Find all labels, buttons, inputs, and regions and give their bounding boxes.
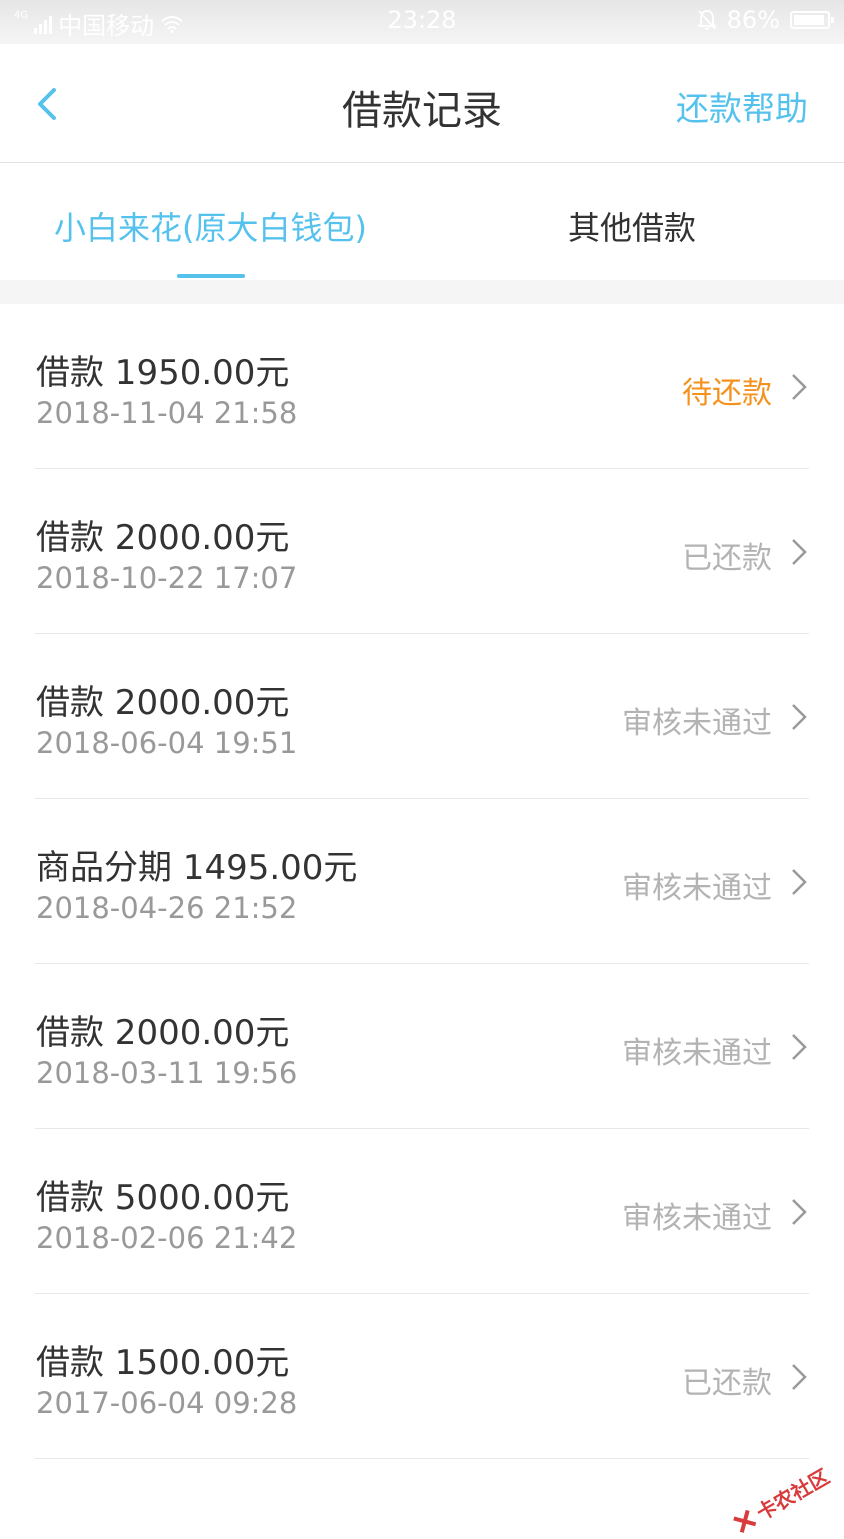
record-title: 借款 5000.00元 (36, 1178, 290, 1218)
chevron-right-icon (792, 374, 807, 400)
record-status: 审核未通过 (622, 871, 772, 906)
record-status: 已还款 (682, 1366, 772, 1401)
chevron-right-icon (792, 704, 807, 730)
battery-percent: 86% (726, 6, 780, 34)
record-title: 商品分期 1495.00元 (36, 848, 358, 888)
battery-icon (790, 11, 834, 29)
list-item[interactable]: 借款 5000.00元 2018-02-06 21:42 审核未通过 (0, 1129, 844, 1294)
record-title: 借款 1950.00元 (36, 353, 290, 393)
status-bar: 4G 中国移动 23:28 86% (0, 0, 844, 44)
tab-other-loans[interactable]: 其他借款 (568, 203, 696, 249)
tab-xiaobai[interactable]: 小白来花(原大白钱包) (54, 203, 367, 249)
section-divider (0, 280, 844, 304)
record-title: 借款 2000.00元 (36, 1013, 290, 1053)
bell-off-icon (696, 10, 717, 30)
app-header: 借款记录 还款帮助 (0, 44, 844, 163)
record-status: 待还款 (682, 376, 772, 411)
record-date: 2018-10-22 17:07 (36, 561, 298, 595)
record-status: 已还款 (682, 541, 772, 576)
status-right: 86% (696, 6, 834, 34)
record-date: 2018-06-04 19:51 (36, 726, 298, 760)
record-status: 审核未通过 (622, 1036, 772, 1071)
record-date: 2018-04-26 21:52 (36, 891, 298, 925)
list-item[interactable]: 借款 2000.00元 2018-10-22 17:07 已还款 (0, 469, 844, 634)
chevron-right-icon (792, 1034, 807, 1060)
record-status: 审核未通过 (622, 706, 772, 741)
record-title: 借款 2000.00元 (36, 518, 290, 558)
chevron-right-icon (792, 1199, 807, 1225)
active-tab-indicator (177, 274, 245, 278)
record-date: 2018-11-04 21:58 (36, 396, 298, 430)
list-item[interactable]: 借款 1500.00元 2017-06-04 09:28 已还款 (0, 1294, 844, 1459)
tab-bar: 小白来花(原大白钱包) 其他借款 (0, 163, 844, 280)
record-date: 2018-03-11 19:56 (36, 1056, 298, 1090)
list-item[interactable]: 借款 2000.00元 2018-06-04 19:51 审核未通过 (0, 634, 844, 799)
record-status: 审核未通过 (622, 1201, 772, 1236)
chevron-right-icon (792, 1364, 807, 1390)
repayment-help-link[interactable]: 还款帮助 (676, 82, 808, 130)
loan-record-list: 借款 1950.00元 2018-11-04 21:58 待还款 借款 2000… (0, 304, 844, 1459)
record-date: 2017-06-04 09:28 (36, 1386, 298, 1420)
list-item[interactable]: 商品分期 1495.00元 2018-04-26 21:52 审核未通过 (0, 799, 844, 964)
record-title: 借款 1500.00元 (36, 1343, 290, 1383)
list-item[interactable]: 借款 1950.00元 2018-11-04 21:58 待还款 (0, 304, 844, 469)
chevron-right-icon (792, 869, 807, 895)
watermark-text: 卡农社区 (752, 1464, 834, 1526)
record-title: 借款 2000.00元 (36, 683, 290, 723)
list-item[interactable]: 借款 2000.00元 2018-03-11 19:56 审核未通过 (0, 964, 844, 1129)
record-date: 2018-02-06 21:42 (36, 1221, 298, 1255)
chevron-right-icon (792, 539, 807, 565)
